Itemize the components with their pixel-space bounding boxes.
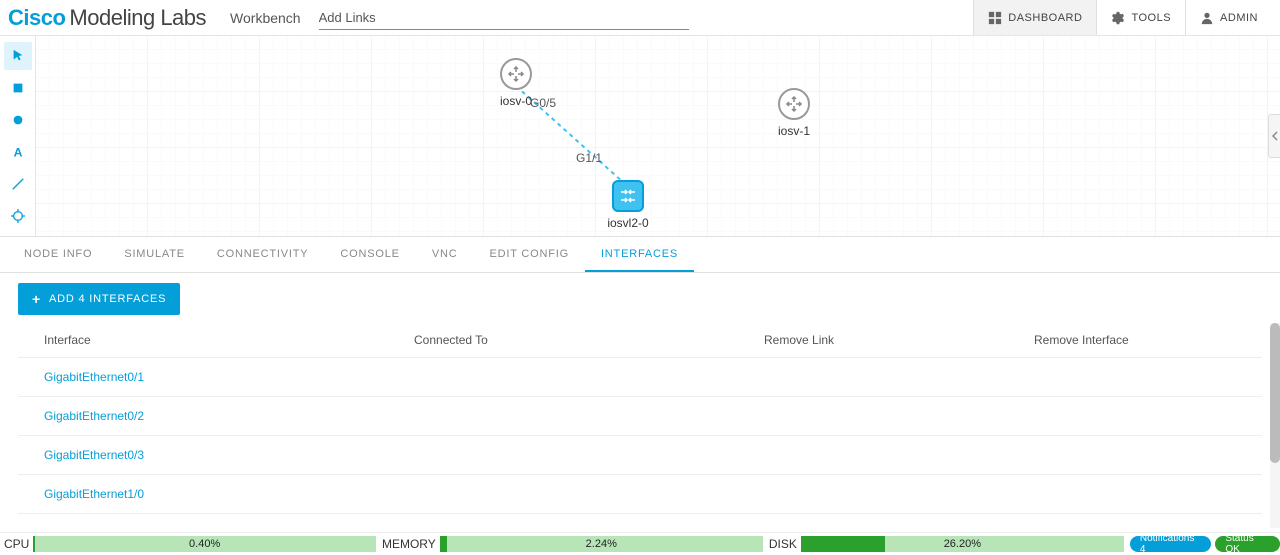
memory-value: 2.24%	[586, 538, 617, 550]
node-iosvl2-0[interactable]: iosvl2-0	[612, 180, 644, 212]
table-row: GigabitEthernet1/1 GigabitEthernet0/5.ios…	[18, 514, 1262, 528]
node-iosv-0[interactable]: iosv-0	[500, 58, 532, 90]
interface-link[interactable]: GigabitEthernet0/2	[44, 409, 144, 423]
interfaces-panel: + ADD 4 INTERFACES Interface Connected T…	[0, 273, 1280, 528]
user-icon	[1200, 11, 1214, 25]
col-connected-to: Connected To	[414, 333, 764, 347]
table-row: GigabitEthernet0/3	[18, 436, 1262, 475]
tab-simulate[interactable]: SIMULATE	[108, 237, 201, 272]
cpu-value: 0.40%	[189, 538, 220, 550]
col-remove-interface: Remove Interface	[1034, 333, 1236, 347]
link-label-g11: G1/1	[576, 151, 602, 165]
collapse-handle[interactable]	[1268, 114, 1280, 158]
disk-label: DISK	[765, 537, 801, 551]
mode-input[interactable]	[319, 6, 689, 30]
interfaces-table: Interface Connected To Remove Link Remov…	[18, 333, 1262, 528]
dashboard-label: DASHBOARD	[1008, 12, 1082, 24]
topology-canvas[interactable]: iosv-0 iosv-1 iosvl2-0 G0/5 G1/1	[36, 36, 1280, 236]
node-iosv-1[interactable]: iosv-1	[778, 88, 810, 120]
tab-edit-config[interactable]: EDIT CONFIG	[473, 237, 585, 272]
router-icon	[507, 65, 525, 83]
add-interfaces-label: ADD 4 INTERFACES	[49, 293, 166, 305]
tab-console[interactable]: CONSOLE	[324, 237, 415, 272]
memory-bar: 2.24%	[440, 536, 763, 552]
detail-tabs: NODE INFO SIMULATE CONNECTIVITY CONSOLE …	[0, 237, 1280, 273]
status-ok-pill[interactable]: Status OK	[1215, 536, 1280, 552]
interface-link[interactable]: GigabitEthernet0/1	[44, 370, 144, 384]
scrollbar-thumb[interactable]	[1270, 323, 1280, 463]
ellipse-tool[interactable]	[4, 106, 32, 134]
memory-label: MEMORY	[378, 537, 440, 551]
router-icon	[785, 95, 803, 113]
cpu-label: CPU	[0, 537, 33, 551]
workbench-label: Workbench	[230, 10, 301, 26]
cpu-bar: 0.40%	[33, 536, 376, 552]
notifications-pill[interactable]: Notifications 4	[1130, 536, 1211, 552]
header-nav: DASHBOARD TOOLS ADMIN	[973, 0, 1272, 35]
link-label-g05: G0/5	[530, 96, 556, 110]
admin-label: ADMIN	[1220, 12, 1258, 24]
disk-value: 26.20%	[944, 538, 981, 550]
locate-tool[interactable]	[4, 202, 32, 230]
dashboard-button[interactable]: DASHBOARD	[973, 0, 1096, 35]
tool-palette: A	[0, 36, 36, 236]
tools-label: TOOLS	[1131, 12, 1171, 24]
pointer-tool[interactable]	[4, 42, 32, 70]
tab-node-info[interactable]: NODE INFO	[8, 237, 108, 272]
table-row: GigabitEthernet0/1	[18, 358, 1262, 397]
brand-cisco: Cisco	[8, 5, 65, 31]
canvas-area: A iosv-0 iosv-1 iosvl2-0 G0/5 G1/1	[0, 36, 1280, 237]
interface-link[interactable]: GigabitEthernet1/0	[44, 487, 144, 501]
text-tool[interactable]: A	[4, 138, 32, 166]
interface-link[interactable]: GigabitEthernet0/3	[44, 448, 144, 462]
gear-icon	[1111, 11, 1125, 25]
disk-bar: 26.20%	[801, 536, 1124, 552]
node-label-iosvl2-0: iosvl2-0	[607, 216, 648, 230]
tab-vnc[interactable]: VNC	[416, 237, 474, 272]
chevron-left-icon	[1272, 131, 1278, 141]
add-interfaces-button[interactable]: + ADD 4 INTERFACES	[18, 283, 180, 315]
node-label-iosv-1: iosv-1	[778, 124, 810, 138]
rectangle-tool[interactable]	[4, 74, 32, 102]
table-header: Interface Connected To Remove Link Remov…	[18, 333, 1262, 358]
col-interface: Interface	[44, 333, 414, 347]
dashboard-icon	[988, 11, 1002, 25]
svg-text:A: A	[13, 145, 22, 159]
table-row: GigabitEthernet1/0	[18, 475, 1262, 514]
plus-icon: +	[32, 291, 41, 307]
line-tool[interactable]	[4, 170, 32, 198]
node-label-iosv-0: iosv-0	[500, 94, 532, 108]
connected-to-value: GigabitEthernet0/5.iosv-0	[414, 526, 549, 528]
table-row: GigabitEthernet0/2	[18, 397, 1262, 436]
col-remove-link: Remove Link	[764, 333, 1034, 347]
tools-button[interactable]: TOOLS	[1096, 0, 1185, 35]
interface-link[interactable]: GigabitEthernet1/1	[44, 526, 144, 528]
admin-button[interactable]: ADMIN	[1185, 0, 1272, 35]
tab-interfaces[interactable]: INTERFACES	[585, 237, 694, 272]
app-header: Cisco Modeling Labs Workbench DASHBOARD …	[0, 0, 1280, 36]
tab-connectivity[interactable]: CONNECTIVITY	[201, 237, 325, 272]
switch-icon	[618, 186, 638, 206]
brand-modeling-labs: Modeling Labs	[69, 5, 206, 31]
status-bar: CPU 0.40% MEMORY 2.24% DISK 26.20% Notif…	[0, 532, 1280, 554]
